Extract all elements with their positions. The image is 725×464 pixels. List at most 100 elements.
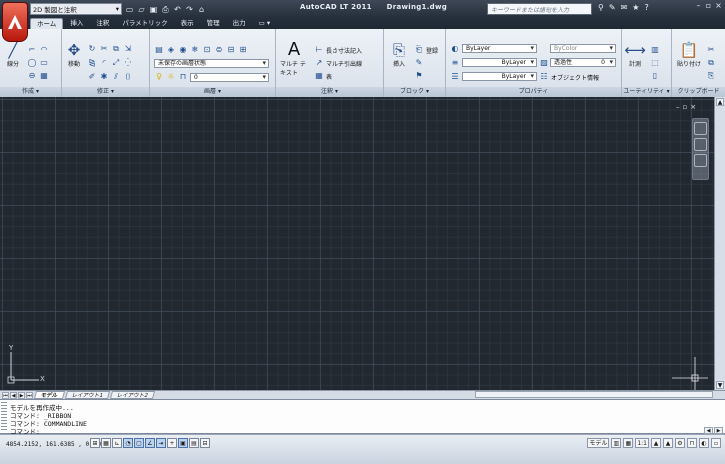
move-tool-button[interactable]: ✥ 移動: [63, 41, 85, 68]
utilities-panel-footer[interactable]: ユーティリティ ▾: [622, 87, 671, 97]
array-icon[interactable]: ⁛: [123, 58, 133, 68]
lightbulb-icon[interactable]: ♀: [154, 72, 164, 82]
clean-screen-icon[interactable]: ▫: [711, 438, 721, 448]
ellipse-icon[interactable]: ⊖: [27, 71, 37, 81]
new-file-icon[interactable]: ▭: [125, 5, 134, 14]
viewport-close-icon[interactable]: ×: [690, 103, 696, 111]
match-properties-icon[interactable]: ◐: [450, 44, 460, 54]
isolate-icon[interactable]: ◐: [699, 438, 709, 448]
ortho-toggle-icon[interactable]: ⊾: [112, 438, 122, 448]
leader-label[interactable]: マルチ引出線: [326, 59, 362, 68]
cut-icon[interactable]: ✂: [706, 45, 716, 55]
snap-toggle-icon[interactable]: ⊞: [90, 438, 100, 448]
offset-icon[interactable]: ⫽: [111, 72, 121, 82]
point-style-icon[interactable]: ▯: [650, 71, 660, 81]
command-scroll-right-icon[interactable]: ▶: [714, 427, 723, 434]
open-folder-icon[interactable]: ▱: [137, 5, 146, 14]
draw-panel-footer[interactable]: 作成 ▾: [0, 87, 61, 97]
polar-toggle-icon[interactable]: ◔: [123, 438, 133, 448]
layer-match-icon[interactable]: ⊜: [214, 45, 224, 55]
quick-view-layouts-icon[interactable]: ▥: [611, 438, 622, 448]
layer-previous-icon[interactable]: ⊞: [238, 45, 248, 55]
scale-icon[interactable]: ⤢: [111, 58, 121, 68]
leader-icon[interactable]: ↗: [314, 58, 324, 68]
tab-home[interactable]: ホーム: [30, 18, 64, 29]
prev-layout-icon[interactable]: ◀: [10, 391, 17, 399]
layers-panel-footer[interactable]: 画層 ▾: [150, 87, 275, 97]
tab-annotate[interactable]: 注釈: [90, 18, 115, 29]
fillet-icon[interactable]: ◜: [99, 58, 109, 68]
clipboard-panel-footer[interactable]: クリップボード: [672, 87, 725, 97]
layer-isolate-icon[interactable]: ◈: [166, 45, 176, 55]
layer-walk-icon[interactable]: ⊟: [226, 45, 236, 55]
favorites-icon[interactable]: ★: [632, 3, 639, 12]
unlock-icon[interactable]: ⊓: [178, 72, 188, 82]
layer-properties-icon[interactable]: ▤: [154, 45, 164, 55]
restore-icon[interactable]: ▫: [704, 1, 713, 11]
annotation-panel-footer[interactable]: 注釈 ▾: [276, 87, 383, 97]
save-icon[interactable]: ▣: [149, 5, 158, 14]
layer-off-icon[interactable]: ◉: [178, 45, 188, 55]
next-layout-icon[interactable]: ▶: [18, 391, 25, 399]
trim-icon[interactable]: ✂: [99, 44, 109, 54]
layer-state-dropdown[interactable]: 未保存の画層状態: [154, 59, 269, 68]
select-all-icon[interactable]: ⬚: [650, 58, 660, 68]
tab-model[interactable]: モデル: [33, 391, 65, 399]
color-dropdown[interactable]: ByLayer: [462, 44, 537, 53]
workspace-dropdown[interactable]: 2D 製図と注釈 ▾: [30, 3, 122, 15]
annotation-scale[interactable]: 1:1: [635, 438, 649, 448]
scroll-down-icon[interactable]: ▼: [716, 381, 724, 389]
rectangle-icon[interactable]: ▭: [39, 58, 49, 68]
mirror-icon[interactable]: ⧎: [87, 58, 97, 68]
layer-lock-icon[interactable]: ⊡: [202, 45, 212, 55]
command-grip-icon[interactable]: [1, 402, 7, 432]
plotstyle-dropdown[interactable]: ByColor: [550, 44, 616, 53]
line-tool-button[interactable]: ╱ 線分: [2, 41, 24, 68]
table-label[interactable]: 表: [326, 72, 332, 81]
first-layout-icon[interactable]: ⏮: [2, 391, 9, 399]
search-input[interactable]: キーワードまたは語句を入力: [487, 3, 592, 15]
workspace-switch-icon[interactable]: ⚙: [675, 438, 685, 448]
circle-icon[interactable]: ◯: [27, 58, 37, 68]
subscription-icon[interactable]: ✎: [609, 3, 616, 12]
qp-toggle-icon[interactable]: ▣: [178, 438, 188, 448]
transparency-field[interactable]: 透過性 0: [550, 58, 616, 67]
block-panel-footer[interactable]: ブロック ▾: [384, 87, 445, 97]
grid-toggle-icon[interactable]: ▦: [101, 438, 111, 448]
copy-icon[interactable]: ⧉: [111, 44, 121, 54]
tab-insert[interactable]: 挿入: [64, 18, 89, 29]
minimize-icon[interactable]: –: [694, 1, 703, 11]
table-icon[interactable]: ▦: [314, 71, 324, 81]
vertical-scrollbar[interactable]: ▲ ▼: [714, 97, 725, 390]
steering-wheel-icon[interactable]: [694, 122, 707, 135]
pan-icon[interactable]: [694, 138, 707, 151]
mtext-tool-button[interactable]: A マルチ テキスト: [280, 41, 308, 78]
linear-dim-label[interactable]: 長さ寸法記入: [326, 46, 362, 55]
dyn-toggle-icon[interactable]: ⇥: [156, 438, 166, 448]
explode-icon[interactable]: ✱: [99, 72, 109, 82]
tab-layout2[interactable]: レイアウト2: [109, 391, 155, 399]
help-icon[interactable]: ?: [644, 3, 648, 12]
am-toggle-icon[interactable]: ⊟: [200, 438, 210, 448]
edit-block-icon[interactable]: ✎: [414, 58, 424, 68]
properties-panel-footer[interactable]: プロパティ: [446, 87, 621, 97]
zoom-icon[interactable]: [694, 154, 707, 167]
tab-view[interactable]: 表示: [175, 18, 200, 29]
linetype-dropdown[interactable]: ByLayer: [462, 58, 537, 67]
tab-parametric[interactable]: パラメトリック: [116, 18, 173, 29]
attribute-icon[interactable]: ⚑: [414, 71, 424, 81]
lineweight-icon[interactable]: ☰: [450, 72, 460, 82]
lock-icon[interactable]: ⊓: [687, 438, 697, 448]
otrack-toggle-icon[interactable]: ∠: [145, 438, 155, 448]
sc-toggle-icon[interactable]: ▤: [189, 438, 199, 448]
measure-button[interactable]: ⟷ 計測: [624, 41, 646, 68]
hatch-icon[interactable]: ▦: [39, 71, 49, 81]
drawing-canvas[interactable]: [0, 97, 714, 390]
command-scroll-left-icon[interactable]: ◀: [704, 427, 713, 434]
tab-output[interactable]: 出力: [227, 18, 252, 29]
layer-freeze-icon[interactable]: ❄: [190, 45, 200, 55]
copy-base-icon[interactable]: ⎘: [706, 71, 716, 81]
stretch-icon[interactable]: ⇲: [123, 44, 133, 54]
copy-clip-icon[interactable]: ⧉: [706, 58, 716, 68]
quick-view-drawings-icon[interactable]: ▦: [623, 438, 634, 448]
